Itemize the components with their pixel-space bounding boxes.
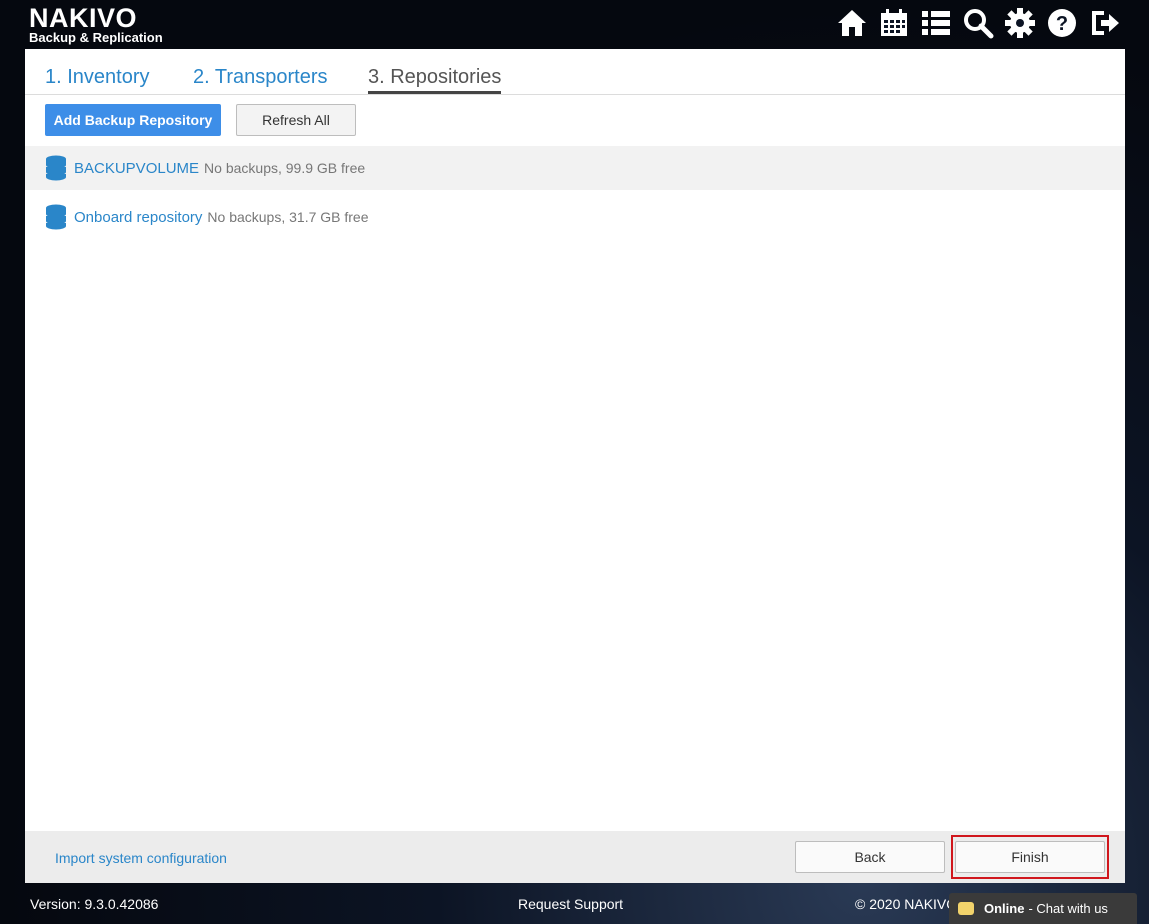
search-icon[interactable] (961, 6, 995, 40)
wizard-panel: 1. Inventory 2. Transporters 3. Reposito… (25, 49, 1125, 883)
chat-bubble-icon (958, 902, 974, 915)
top-icons: ? (835, 6, 1121, 40)
finish-highlight-box (951, 835, 1109, 879)
svg-text:?: ? (1056, 13, 1068, 35)
top-bar: NAKIVO Backup & Replication ? (0, 0, 1149, 49)
copyright-label: © 2020 NAKIVO (855, 896, 950, 912)
wizard-footer: Import system configuration Back Finish (25, 831, 1125, 883)
add-backup-repository-button[interactable]: Add Backup Repository (45, 104, 221, 136)
chat-status: Online (984, 901, 1025, 916)
request-support-link[interactable]: Request Support (518, 896, 623, 912)
database-icon (46, 204, 66, 230)
tab-inventory[interactable]: 1. Inventory (45, 66, 150, 91)
help-icon[interactable]: ? (1045, 6, 1079, 40)
calendar-icon[interactable] (877, 6, 911, 40)
import-system-configuration-link[interactable]: Import system configuration (55, 850, 227, 866)
list-icon[interactable] (919, 6, 953, 40)
logout-icon[interactable] (1087, 6, 1121, 40)
wizard-tabs: 1. Inventory 2. Transporters 3. Reposito… (25, 49, 1125, 95)
gear-icon[interactable] (1003, 6, 1037, 40)
repository-name[interactable]: BACKUPVOLUME (74, 160, 199, 177)
repository-info: No backups, 31.7 GB free (207, 209, 369, 225)
list-item[interactable]: Onboard repository No backups, 31.7 GB f… (25, 195, 1125, 239)
refresh-all-button[interactable]: Refresh All (236, 104, 356, 136)
back-button[interactable]: Back (795, 841, 945, 873)
nakivo-logo: NAKIVO Backup & Replication (29, 4, 163, 44)
status-bar: Version: 9.3.0.42086 Request Support © 2… (0, 886, 1149, 924)
logo-name: NAKIVO (29, 3, 138, 33)
logo-tagline: Backup & Replication (29, 30, 163, 45)
home-icon[interactable] (835, 6, 869, 40)
tab-repositories[interactable]: 3. Repositories (368, 66, 502, 94)
repository-name[interactable]: Onboard repository (74, 209, 202, 226)
repository-info: No backups, 99.9 GB free (204, 160, 366, 176)
tab-transporters[interactable]: 2. Transporters (193, 66, 328, 91)
chat-widget[interactable]: Online - Chat with us (949, 893, 1137, 924)
version-label: Version: 9.3.0.42086 (30, 896, 159, 912)
database-icon (46, 155, 66, 181)
list-item[interactable]: BACKUPVOLUME No backups, 99.9 GB free (25, 146, 1125, 190)
chat-label: - Chat with us (1028, 901, 1108, 916)
